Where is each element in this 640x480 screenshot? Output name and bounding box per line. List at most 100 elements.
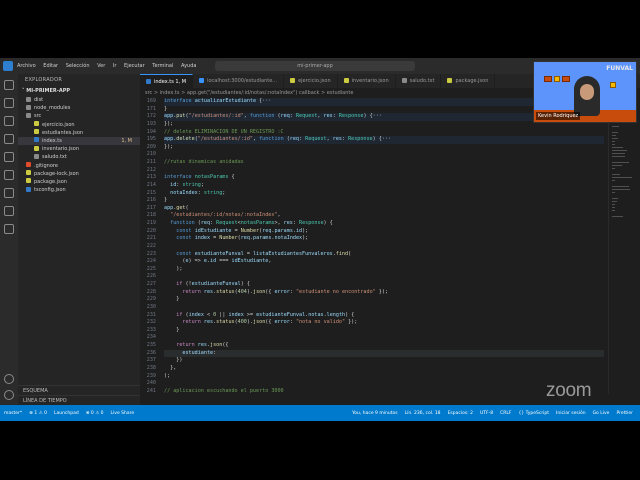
status-item[interactable]: CRLF (500, 411, 511, 416)
code-line[interactable]: estudiante: (164, 349, 604, 358)
code-line[interactable]: ); (164, 373, 604, 381)
tree-item[interactable]: .gitignore (18, 162, 140, 170)
project-folder[interactable]: ˅ MI-PRIMER-APP (18, 86, 140, 96)
tree-item-label: .gitignore (34, 162, 58, 169)
tree-item[interactable]: dist (18, 96, 140, 104)
code-line[interactable] (164, 151, 604, 159)
code-line[interactable]: (e) => e.id === idEstudiante, (164, 258, 604, 266)
status-item[interactable]: Launchpad (54, 411, 79, 416)
tree-item[interactable]: node_modules (18, 104, 140, 112)
editor-tab[interactable]: saludo.txt (396, 74, 442, 88)
menu-terminal[interactable]: Terminal (152, 63, 173, 69)
code-line[interactable]: } (164, 327, 604, 335)
line-number: 225 (146, 265, 156, 272)
tree-item[interactable]: saludo.txt (18, 153, 140, 161)
remote-explorer-icon[interactable] (4, 170, 14, 180)
command-center-search[interactable]: mi-primer-app (215, 61, 415, 71)
code-line[interactable]: // aplicacion escuchando el puerto 3000 (164, 388, 604, 396)
editor-tab[interactable]: ejercicio.json (284, 74, 338, 88)
code-line[interactable]: if (index < 0 || index >= estudianteFunv… (164, 312, 604, 320)
tree-item[interactable]: estudiantes.json (18, 129, 140, 137)
status-item[interactable]: {} TypeScript (519, 411, 550, 416)
code-line[interactable]: ); (164, 266, 604, 274)
code-line[interactable]: const estudianteFunval = listaEstudiante… (164, 251, 604, 259)
code-line[interactable]: } (164, 197, 604, 205)
code-line[interactable] (164, 167, 604, 175)
code-line[interactable] (164, 380, 604, 388)
code-area[interactable]: interface actualizarEstudiante {···} app.… (164, 98, 604, 395)
menu-ayuda[interactable]: Ayuda (181, 63, 196, 69)
editor-tab[interactable]: package.json (441, 74, 496, 88)
code-line[interactable]: //rutas dinamicas anidadas (164, 159, 604, 167)
line-number: 231 (146, 311, 156, 318)
code-line[interactable]: }) (164, 357, 604, 365)
menu-ver[interactable]: Ver (97, 63, 105, 69)
line-number: 213 (146, 174, 156, 181)
tree-item[interactable]: inventario.json (18, 145, 140, 153)
minimap[interactable] (608, 98, 636, 394)
source-control-icon[interactable] (4, 116, 14, 126)
settings-gear-icon[interactable] (4, 390, 14, 400)
code-line[interactable]: }, (164, 365, 604, 373)
status-item[interactable]: ⊗ 1 ⚠ 0 (29, 411, 47, 416)
run-debug-icon[interactable] (4, 134, 14, 144)
code-line[interactable]: return res.json({ (164, 342, 604, 350)
code-line[interactable]: return res.status(404).json({ error: "es… (164, 289, 604, 297)
live-share-icon[interactable] (4, 224, 14, 234)
timeline-section[interactable]: LÍNEA DE TIEMPO (18, 395, 140, 405)
status-item[interactable]: Go Live (593, 411, 610, 416)
tree-item[interactable]: src (18, 112, 140, 120)
minimap-line (612, 132, 619, 133)
menu-ir[interactable]: Ir (113, 63, 117, 69)
code-line[interactable]: return res.status(400).json({ error: "no… (164, 319, 604, 327)
code-line[interactable]: app.delete("/estudiantes/:id", function … (164, 136, 604, 144)
outline-section[interactable]: ESQUEMA (18, 385, 140, 395)
code-line[interactable]: notaIndex: string; (164, 190, 604, 198)
code-line[interactable]: id: string; (164, 182, 604, 190)
editor-tab[interactable]: index.ts 1, M (140, 74, 194, 88)
code-line[interactable]: }); (164, 144, 604, 152)
tree-item[interactable]: index.ts 1, M (18, 136, 140, 146)
code-line[interactable]: // delete ELIMINACION DE UN REGISTRO :C (164, 129, 604, 137)
status-item[interactable]: Prettier (616, 411, 633, 416)
menu-editar[interactable]: Editar (43, 63, 58, 69)
tree-item[interactable]: ejercicio.json (18, 121, 140, 129)
tree-item[interactable]: package-lock.json (18, 170, 140, 178)
editor-tab[interactable]: localhost:3000/estudiante... (193, 74, 285, 88)
code-line[interactable]: } (164, 296, 604, 304)
docker-icon[interactable] (4, 206, 14, 216)
editor-tab[interactable]: inventario.json (338, 74, 396, 88)
code-line[interactable]: function (req: Request<notasParams>, res… (164, 220, 604, 228)
extensions-icon[interactable] (4, 152, 14, 162)
code-line[interactable] (164, 304, 604, 312)
tree-item[interactable]: package.json (18, 178, 140, 186)
status-item[interactable]: ⊗ 0 ⚠ 0 (86, 411, 104, 416)
status-item[interactable]: Espacios: 2 (448, 411, 473, 416)
code-line[interactable]: app.get( (164, 205, 604, 213)
status-item[interactable]: Iniciar sesión (556, 411, 586, 416)
code-line[interactable]: if (!estudianteFunval) { (164, 281, 604, 289)
code-line[interactable] (164, 243, 604, 251)
presenter-name: Kevin Rodriquez (536, 112, 581, 120)
menu-ejecutar[interactable]: Ejecutar (124, 63, 145, 69)
code-editor[interactable]: 169 171 172 193 194 195 209 210 211 212 213 214 215 2… (140, 98, 640, 394)
status-item[interactable]: UTF-8 (480, 411, 493, 416)
menu-archivo[interactable]: Archivo (17, 63, 36, 69)
code-line[interactable] (164, 273, 604, 281)
code-line[interactable]: "/estudiantes/:id/notas/:notaIndex", (164, 212, 604, 220)
testing-icon[interactable] (4, 188, 14, 198)
menu-seleccion[interactable]: Selección (66, 63, 90, 69)
search-icon[interactable] (4, 98, 14, 108)
status-item[interactable]: Live Share (111, 411, 135, 416)
code-line[interactable]: const idEstudiante = Number(req.params.i… (164, 228, 604, 236)
tree-item[interactable]: tsconfig.json (18, 186, 140, 194)
code-line[interactable] (164, 334, 604, 342)
status-item[interactable]: You, hace 9 minutos (352, 411, 397, 416)
line-number: 215 (146, 189, 156, 196)
status-item[interactable]: Lín. 236, col. 18 (405, 411, 441, 416)
account-icon[interactable] (4, 374, 14, 384)
explorer-icon[interactable] (4, 80, 14, 90)
code-line[interactable]: const index = Number(req.params.notaInde… (164, 235, 604, 243)
code-line[interactable]: interface notasParams { (164, 174, 604, 182)
status-item[interactable]: master* (4, 411, 22, 416)
